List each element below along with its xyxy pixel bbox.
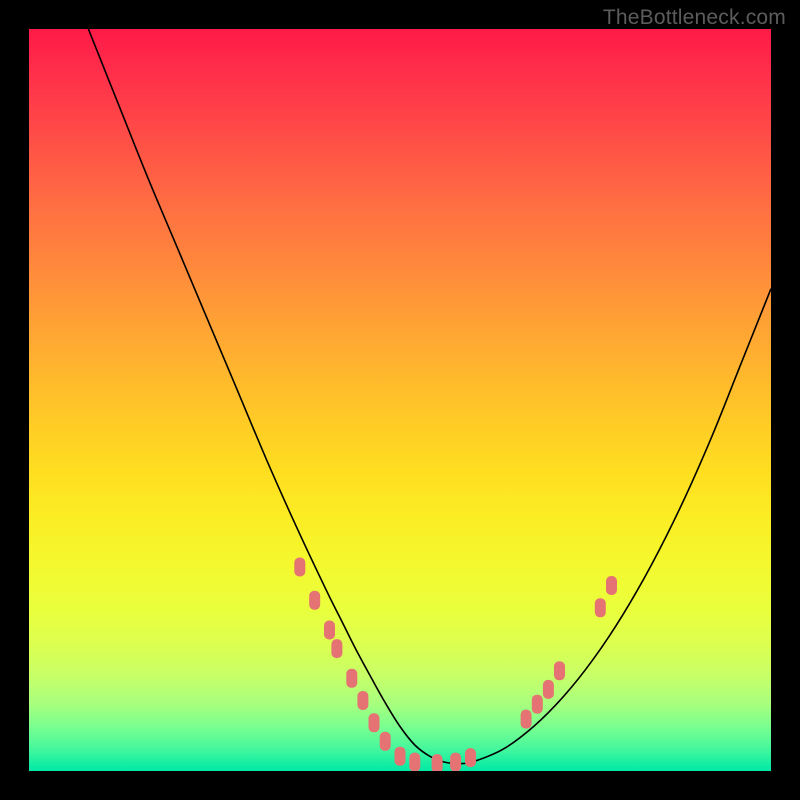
chart-svg xyxy=(29,29,771,771)
highlight-marker xyxy=(324,621,335,640)
highlight-marker xyxy=(294,558,305,577)
highlight-marker xyxy=(432,754,443,771)
highlight-marker xyxy=(521,710,532,729)
highlight-marker xyxy=(331,639,342,658)
curve-line xyxy=(88,29,771,764)
highlight-marker xyxy=(346,669,357,688)
highlight-marker xyxy=(595,598,606,617)
highlight-marker xyxy=(465,748,476,767)
highlight-marker xyxy=(395,747,406,766)
highlight-marker xyxy=(450,753,461,771)
highlight-marker xyxy=(309,591,320,610)
chart-frame: TheBottleneck.com xyxy=(0,0,800,800)
highlight-marker xyxy=(409,753,420,771)
plot-area xyxy=(29,29,771,771)
highlight-marker xyxy=(543,680,554,699)
highlight-markers xyxy=(294,558,617,772)
highlight-marker xyxy=(554,661,565,680)
highlight-marker xyxy=(606,576,617,595)
watermark-text: TheBottleneck.com xyxy=(603,6,786,30)
bottleneck-curve xyxy=(88,29,771,764)
highlight-marker xyxy=(532,695,543,714)
highlight-marker xyxy=(357,691,368,710)
highlight-marker xyxy=(380,732,391,751)
highlight-marker xyxy=(369,713,380,732)
